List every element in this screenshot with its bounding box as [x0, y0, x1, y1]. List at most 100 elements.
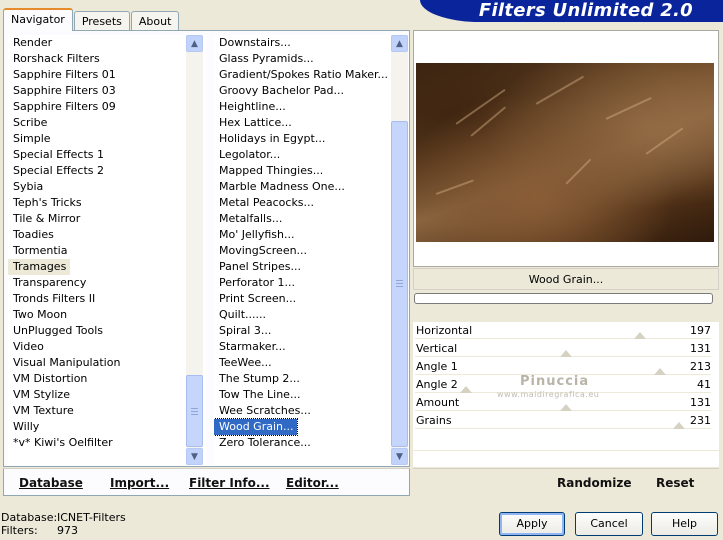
- filter-item[interactable]: Metalfalls...: [214, 211, 409, 227]
- category-item[interactable]: Video: [8, 339, 206, 355]
- filter-item[interactable]: Downstairs...: [214, 35, 409, 51]
- parameter-row[interactable]: Grains 231: [413, 412, 713, 430]
- filter-item[interactable]: Quilt......: [214, 307, 409, 323]
- chevron-down-icon[interactable]: ▼: [186, 448, 203, 465]
- chevron-down-icon[interactable]: ▼: [391, 448, 408, 465]
- watermark-text: Pinuccia: [520, 374, 590, 389]
- cancel-button[interactable]: Cancel: [575, 512, 643, 536]
- chevron-up-icon[interactable]: ▲: [186, 35, 203, 52]
- tab-strip: Navigator Presets About: [3, 8, 180, 31]
- filter-scrollbar[interactable]: ▲ ▼: [391, 35, 408, 465]
- database-label: Database:: [1, 511, 58, 524]
- apply-button[interactable]: Apply: [499, 512, 565, 536]
- category-item[interactable]: Special Effects 1: [8, 147, 206, 163]
- filter-item[interactable]: Panel Stripes...: [214, 259, 409, 275]
- filter-item[interactable]: Groovy Bachelor Pad...: [214, 83, 409, 99]
- parameter-row[interactable]: Horizontal 197: [413, 322, 713, 340]
- editor-button[interactable]: Editor...: [286, 476, 339, 490]
- filter-item[interactable]: Marble Madness One...: [214, 179, 409, 195]
- filter-item[interactable]: Starmaker...: [214, 339, 409, 355]
- parameter-value: 197: [690, 324, 711, 337]
- category-item[interactable]: Sapphire Filters 09: [8, 99, 206, 115]
- database-button[interactable]: Database: [19, 476, 83, 490]
- category-item[interactable]: UnPlugged Tools: [8, 323, 206, 339]
- category-item[interactable]: Sybia: [8, 179, 206, 195]
- slider-thumb[interactable]: [673, 422, 686, 429]
- title-banner: Filters Unlimited 2.0: [420, 0, 723, 22]
- parameter-label: Angle 1: [416, 360, 458, 373]
- slider-thumb[interactable]: [559, 350, 572, 357]
- slider-track[interactable]: [415, 428, 711, 429]
- parameter-panel: Horizontal 197 Vertical 131 Angle 1 213 Angle …: [413, 322, 719, 456]
- filter-item[interactable]: Heightline...: [214, 99, 409, 115]
- parameter-label: Vertical: [416, 342, 458, 355]
- parameter-label: Horizontal: [416, 324, 473, 337]
- filter-item[interactable]: Legolator...: [214, 147, 409, 163]
- chevron-up-icon[interactable]: ▲: [391, 35, 408, 52]
- category-item[interactable]: Visual Manipulation: [8, 355, 206, 371]
- filter-item[interactable]: Hex Lattice...: [214, 115, 409, 131]
- filter-info-button[interactable]: Filter Info...: [189, 476, 270, 490]
- category-item[interactable]: VM Stylize: [8, 387, 206, 403]
- randomize-button[interactable]: Randomize: [557, 476, 631, 490]
- category-item[interactable]: Willy: [8, 419, 206, 435]
- slider-thumb[interactable]: [460, 386, 473, 393]
- slider-thumb[interactable]: [653, 368, 666, 375]
- filter-item[interactable]: Holidays in Egypt...: [214, 131, 409, 147]
- filter-item[interactable]: Zero Tolerance...: [214, 435, 409, 451]
- filter-item[interactable]: Print Screen...: [214, 291, 409, 307]
- category-item[interactable]: *v* Kiwi's Oelfilter: [8, 435, 206, 451]
- help-button[interactable]: Help: [651, 512, 718, 536]
- filter-item[interactable]: Mapped Thingies...: [214, 163, 409, 179]
- filter-item[interactable]: Spiral 3...: [214, 323, 409, 339]
- category-item[interactable]: VM Texture: [8, 403, 206, 419]
- filter-item[interactable]: Wood Grain...: [214, 418, 299, 436]
- category-item[interactable]: Teph's Tricks: [8, 195, 206, 211]
- filter-item[interactable]: Perforator 1...: [214, 275, 409, 291]
- category-item[interactable]: Two Moon: [8, 307, 206, 323]
- watermark-url: www.maidiregrafica.eu: [497, 390, 600, 399]
- category-item[interactable]: Tronds Filters II: [8, 291, 206, 307]
- slider-thumb[interactable]: [633, 332, 646, 339]
- category-item[interactable]: Rorshack Filters: [8, 51, 206, 67]
- filter-item[interactable]: Metal Peacocks...: [214, 195, 409, 211]
- category-item[interactable]: Tormentia: [8, 243, 206, 259]
- category-item[interactable]: Render: [8, 35, 206, 51]
- filter-item[interactable]: The Stump 2...: [214, 371, 409, 387]
- category-scroll-thumb[interactable]: [186, 375, 203, 447]
- category-item[interactable]: Simple: [8, 131, 206, 147]
- filter-item[interactable]: Gradient/Spokes Ratio Maker...: [214, 67, 409, 83]
- import-button[interactable]: Import...: [110, 476, 169, 490]
- slider-track[interactable]: [415, 338, 711, 339]
- filter-list[interactable]: Downstairs... Glass Pyramids... Gradient/S…: [214, 35, 409, 465]
- category-item[interactable]: Special Effects 2: [8, 163, 206, 179]
- category-list[interactable]: Render Rorshack Filters Sapphire Filters 0…: [8, 35, 206, 465]
- slider-thumb[interactable]: [559, 404, 572, 411]
- database-value: ICNET-Filters: [57, 511, 126, 524]
- category-item[interactable]: Scribe: [8, 115, 206, 131]
- tab-navigator[interactable]: Navigator: [3, 8, 73, 31]
- bottom-toolbar: Database Import... Filter Info... Editor…: [3, 468, 410, 496]
- filter-item[interactable]: MovingScreen...: [214, 243, 409, 259]
- filter-scroll-thumb[interactable]: [391, 121, 408, 447]
- category-item[interactable]: VM Distortion: [8, 371, 206, 387]
- category-scrollbar[interactable]: ▲ ▼: [186, 35, 203, 465]
- filter-item[interactable]: TeeWee...: [214, 355, 409, 371]
- progress-bar: [414, 293, 713, 304]
- filter-item[interactable]: Wee Scratches...: [214, 403, 409, 419]
- category-item[interactable]: Sapphire Filters 01: [8, 67, 206, 83]
- filters-count-value: 973: [57, 524, 78, 537]
- category-item[interactable]: Tile & Mirror: [8, 211, 206, 227]
- category-item[interactable]: Toadies: [8, 227, 206, 243]
- filter-item[interactable]: Glass Pyramids...: [214, 51, 409, 67]
- category-item[interactable]: Transparency: [8, 275, 206, 291]
- filter-item[interactable]: Mo' Jellyfish...: [214, 227, 409, 243]
- reset-button[interactable]: Reset: [656, 476, 694, 490]
- tab-presets[interactable]: Presets: [73, 11, 130, 31]
- parameter-row[interactable]: Vertical 131: [413, 340, 713, 358]
- category-item[interactable]: Sapphire Filters 03: [8, 83, 206, 99]
- filter-item[interactable]: Tow The Line...: [214, 387, 409, 403]
- status-area: Database: ICNET-Filters Filters: 973: [1, 511, 126, 537]
- category-item[interactable]: Tramages: [8, 259, 71, 275]
- tab-about[interactable]: About: [130, 11, 180, 31]
